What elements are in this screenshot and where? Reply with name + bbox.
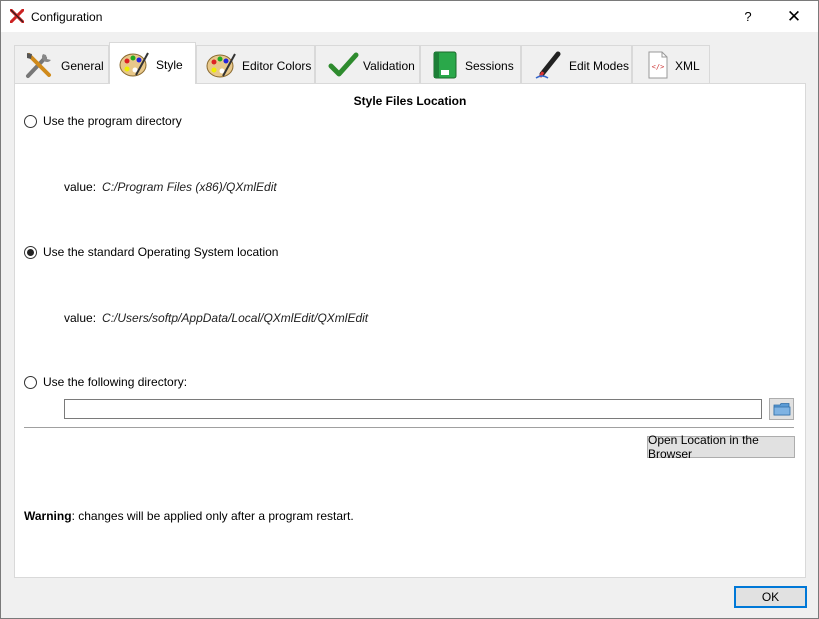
- radio-label: Use the standard Operating System locati…: [43, 245, 279, 259]
- warning-message: Warning: changes will be applied only af…: [24, 509, 354, 523]
- tab-bar: General Style Editor Colors Validation S…: [14, 42, 714, 84]
- directory-input[interactable]: [64, 399, 762, 419]
- radio-button[interactable]: [24, 375, 37, 389]
- value-label: value:: [64, 311, 97, 325]
- checkmark-icon: [328, 52, 359, 77]
- tab-general[interactable]: General: [14, 45, 109, 83]
- program-directory-value: value: C:/Program Files (x86)/QXmlEdit: [64, 180, 277, 194]
- tab-label: General: [61, 59, 104, 73]
- tab-editor-colors[interactable]: Editor Colors: [196, 45, 315, 83]
- ok-button[interactable]: OK: [734, 586, 807, 608]
- close-button[interactable]: ✕: [774, 1, 814, 32]
- browse-folder-button[interactable]: [769, 398, 794, 420]
- standard-location-value: value: C:/Users/softp/AppData/Local/QXmlE…: [64, 311, 368, 325]
- radio-standard-location[interactable]: Use the standard Operating System locati…: [24, 245, 278, 259]
- palette-icon: [206, 53, 236, 78]
- radio-button[interactable]: [24, 114, 37, 128]
- tools-icon: [26, 53, 51, 78]
- warning-text: : changes will be applied only after a p…: [71, 509, 354, 523]
- tab-label: Style: [156, 58, 183, 72]
- tab-label: XML: [675, 59, 700, 73]
- radio-label: Use the following directory:: [43, 375, 188, 389]
- open-location-button[interactable]: Open Location in the Browser: [647, 433, 795, 461]
- app-x-icon: [10, 9, 24, 23]
- section-title: Style Files Location: [353, 94, 467, 108]
- green-book-icon: [433, 51, 457, 79]
- tab-label: Validation: [363, 59, 415, 73]
- radio-label: Use the program directory: [43, 114, 182, 128]
- tab-label: Sessions: [465, 59, 514, 73]
- separator: [24, 427, 794, 428]
- value-text: C:/Users/softp/AppData/Local/QXmlEdit/QX…: [102, 311, 369, 325]
- help-button[interactable]: ?: [728, 1, 768, 32]
- title-bar: Configuration ? ✕: [1, 1, 818, 32]
- tab-style[interactable]: Style: [109, 42, 196, 84]
- pen-icon: [535, 51, 561, 79]
- svg-text:</>: </>: [652, 63, 665, 71]
- xml-document-icon: </>: [648, 51, 668, 79]
- tab-edit-modes[interactable]: Edit Modes: [521, 45, 632, 83]
- folder-icon: [773, 403, 790, 416]
- style-panel: Style Files Location Use the program dir…: [14, 83, 806, 578]
- tab-validation[interactable]: Validation: [315, 45, 420, 83]
- radio-button[interactable]: [24, 245, 37, 259]
- warning-label: Warning: [24, 509, 72, 523]
- palette-icon: [119, 52, 149, 77]
- tab-label: Edit Modes: [569, 59, 630, 73]
- tab-label: Editor Colors: [242, 59, 312, 73]
- radio-following-directory[interactable]: Use the following directory:: [24, 375, 187, 389]
- tab-xml[interactable]: </> XML: [632, 45, 710, 83]
- tab-sessions[interactable]: Sessions: [420, 45, 521, 83]
- value-text: C:/Program Files (x86)/QXmlEdit: [102, 180, 277, 194]
- configuration-window: Configuration ? ✕ General Style Editor C…: [0, 0, 819, 619]
- value-label: value:: [64, 180, 97, 194]
- radio-program-directory[interactable]: Use the program directory: [24, 114, 182, 128]
- window-title: Configuration: [31, 10, 103, 24]
